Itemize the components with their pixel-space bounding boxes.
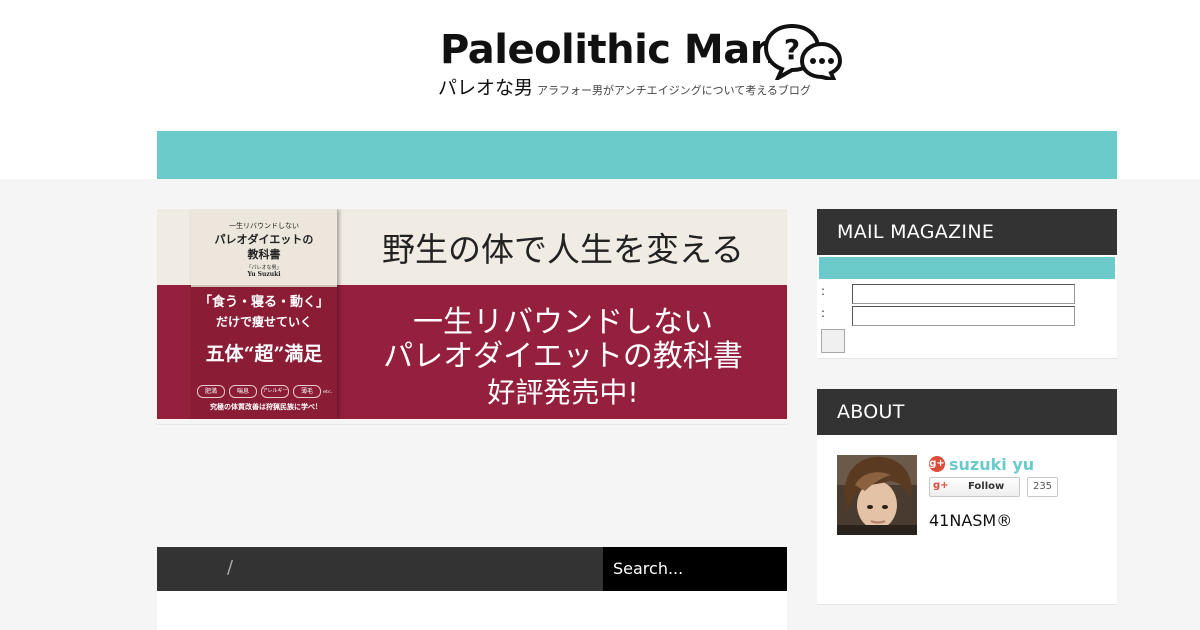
site-title[interactable]: Paleolithic Man [440, 26, 778, 74]
book-catch3: 五体“超”満足 [205, 343, 323, 365]
site-subtitle: パレオな男 [438, 77, 534, 99]
follower-count: 235 [1027, 477, 1058, 497]
mail-magazine-widget: MAIL MAGAZINE : : [817, 209, 1117, 359]
book-footer: 究極の体質改善は狩猟民族に学べ! [209, 402, 319, 411]
banner-line3: 好評発売中! [487, 376, 639, 409]
speech-bubbles-question-icon: ? [763, 23, 842, 80]
mail-magazine-strip [819, 257, 1115, 279]
search-input[interactable]: Search... [603, 547, 787, 591]
follow-button[interactable]: g+ Follow [929, 477, 1020, 497]
book-chip: アレルギー [261, 385, 289, 398]
book-promo-banner[interactable]: 一生リバウンドしない パレオダイエットの 教科書 「パレオな男」 Yu Suzu… [157, 209, 787, 419]
mail-email-input[interactable] [852, 306, 1075, 326]
site-tagline: アラフォー男がアンチエイジングについて考えるブログ [537, 84, 811, 97]
book-author-en: Yu Suzuki [247, 271, 281, 278]
book-chip: 喘息 [229, 385, 257, 398]
follow-label: Follow [968, 481, 1005, 492]
book-title-line2: 教科書 [247, 248, 281, 261]
author-bio: 41NASM® [929, 511, 1013, 530]
author-name-link[interactable]: suzuki yu [949, 455, 1034, 474]
svg-text:?: ? [784, 33, 800, 66]
google-plus-icon: g+ [929, 456, 945, 472]
mail-form-row: : [821, 306, 1081, 326]
mail-field-label: : [821, 284, 826, 298]
book-kicker: 一生リバウンドしない [229, 222, 299, 230]
main-content-card [157, 591, 787, 630]
banner-divider [157, 424, 787, 425]
book-chip: 肥満 [197, 385, 225, 398]
mail-form-row: : [821, 284, 1081, 304]
main-nav-bar[interactable] [157, 131, 1117, 179]
breadcrumb: / [157, 547, 603, 591]
banner-line2: パレオダイエットの教科書 [383, 339, 743, 374]
book-author-jp: 「パレオな男」 [246, 265, 282, 271]
book-catch1: 「食う・寝る・動く」 [198, 295, 329, 310]
book-title-line1: パレオダイエットの [214, 233, 314, 246]
mail-field-label: : [821, 306, 826, 320]
book-chip: 薄毛 [293, 385, 321, 398]
book-etc: etc. [323, 389, 333, 395]
banner-headline: 野生の体で人生を変える [381, 230, 744, 269]
book-catch2: だけで痩せていく [215, 315, 312, 329]
about-body: g+ suzuki yu g+ Follow 235 41NASM® [817, 435, 1117, 605]
book-cover: 一生リバウンドしない パレオダイエットの 教科書 「パレオな男」 Yu Suzu… [191, 209, 337, 419]
mail-name-input[interactable] [852, 284, 1075, 304]
avatar[interactable] [837, 455, 917, 535]
breadcrumb-separator: / [227, 557, 234, 578]
site-subtitle-row: パレオな男 アラフォー男がアンチエイジングについて考えるブログ [438, 76, 811, 103]
google-plus-icon: g+ [933, 480, 949, 491]
mail-magazine-title: MAIL MAGAZINE [817, 209, 1117, 255]
about-title: ABOUT [817, 389, 1117, 435]
mail-submit-button[interactable] [821, 329, 845, 353]
about-widget: ABOUT g+ suzuki yu g+ Follow 235 41NASM® [817, 389, 1117, 605]
